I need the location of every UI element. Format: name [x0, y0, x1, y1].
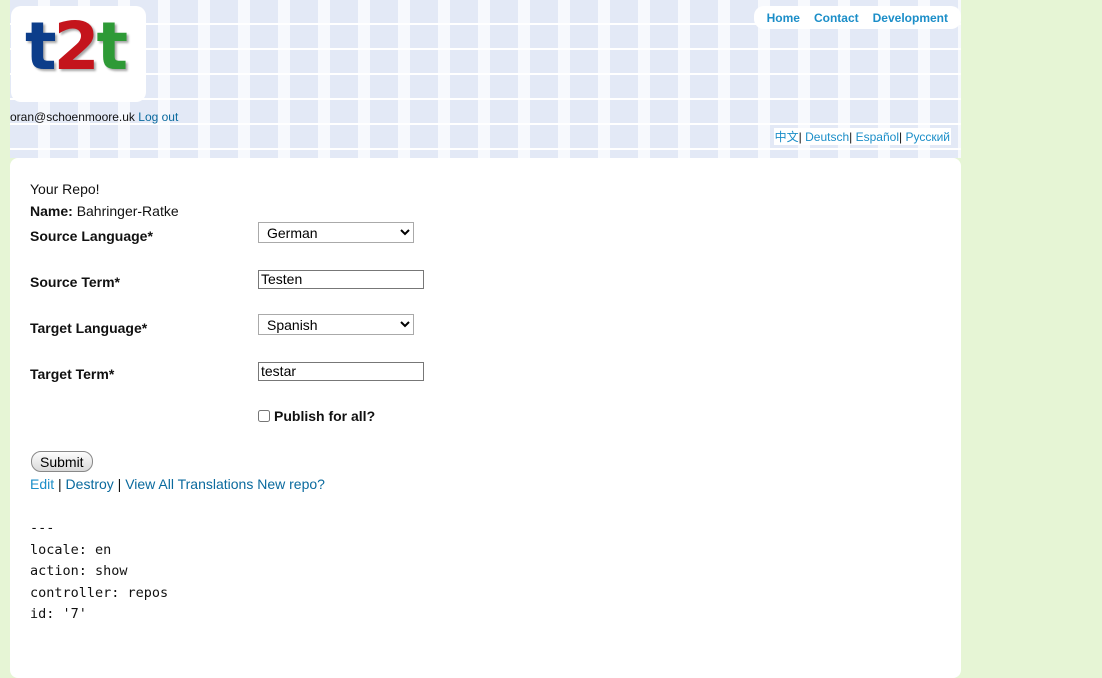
target-term-label: Target Term*: [30, 366, 115, 382]
submit-button[interactable]: Submit: [31, 451, 93, 472]
nav-home-link[interactable]: Home: [767, 11, 800, 25]
logo[interactable]: t2t: [11, 6, 146, 102]
name-value: Bahringer-Ratke: [76, 203, 179, 219]
publish-checkbox[interactable]: [258, 410, 270, 422]
target-language-select[interactable]: Spanish: [258, 314, 414, 335]
source-term-input[interactable]: [258, 270, 424, 289]
nav-development-link[interactable]: Development: [873, 11, 948, 25]
logo-letter-1: t: [25, 8, 57, 85]
separator: |: [58, 476, 62, 492]
logo-text: t2t: [25, 14, 128, 80]
source-language-label: Source Language*: [30, 228, 153, 244]
lang-chinese-link[interactable]: 中文: [775, 130, 799, 144]
nav-contact-link[interactable]: Contact: [814, 11, 859, 25]
source-term-label: Source Term*: [30, 274, 120, 290]
destroy-link[interactable]: Destroy: [66, 476, 114, 492]
publish-option: Publish for all?: [258, 408, 375, 424]
edit-link[interactable]: Edit: [30, 476, 54, 492]
publish-label: Publish for all?: [274, 408, 376, 424]
lang-spanish-link[interactable]: Español: [856, 130, 899, 144]
lang-german-link[interactable]: Deutsch: [805, 130, 849, 144]
main-panel: Your Repo! Name: Bahringer-Ratke Source …: [10, 158, 961, 678]
language-switcher: 中文| Deutsch| Español| Русский: [773, 128, 951, 145]
target-language-label: Target Language*: [30, 320, 148, 336]
top-navigation: Home Contact Development: [753, 6, 961, 29]
target-term-input[interactable]: [258, 362, 424, 381]
separator: |: [849, 130, 853, 144]
separator: |: [117, 476, 122, 492]
new-repo-link[interactable]: New repo?: [257, 476, 325, 492]
logo-letter-3: t: [96, 8, 129, 85]
logo-letter-2: 2: [53, 8, 100, 85]
separator: |: [899, 130, 903, 144]
logout-link[interactable]: Log out: [138, 110, 178, 124]
user-info: oran@schoenmoore.uk Log out: [10, 110, 178, 124]
user-email: oran@schoenmoore.uk: [10, 110, 135, 124]
debug-params-dump: --- locale: en action: show controller: …: [30, 520, 169, 623]
separator: |: [798, 130, 802, 144]
repo-name: Name: Bahringer-Ratke: [30, 203, 179, 219]
page-heading: Your Repo!: [30, 181, 100, 197]
lang-russian-link[interactable]: Русский: [905, 130, 950, 144]
action-links: Edit | Destroy | View All Translations N…: [30, 476, 325, 492]
view-all-translations-link[interactable]: View All Translations: [125, 476, 253, 492]
name-label: Name:: [30, 203, 73, 219]
source-language-select[interactable]: German: [258, 222, 414, 243]
header-banner: t2t oran@schoenmoore.uk Log out Home Con…: [10, 0, 961, 158]
